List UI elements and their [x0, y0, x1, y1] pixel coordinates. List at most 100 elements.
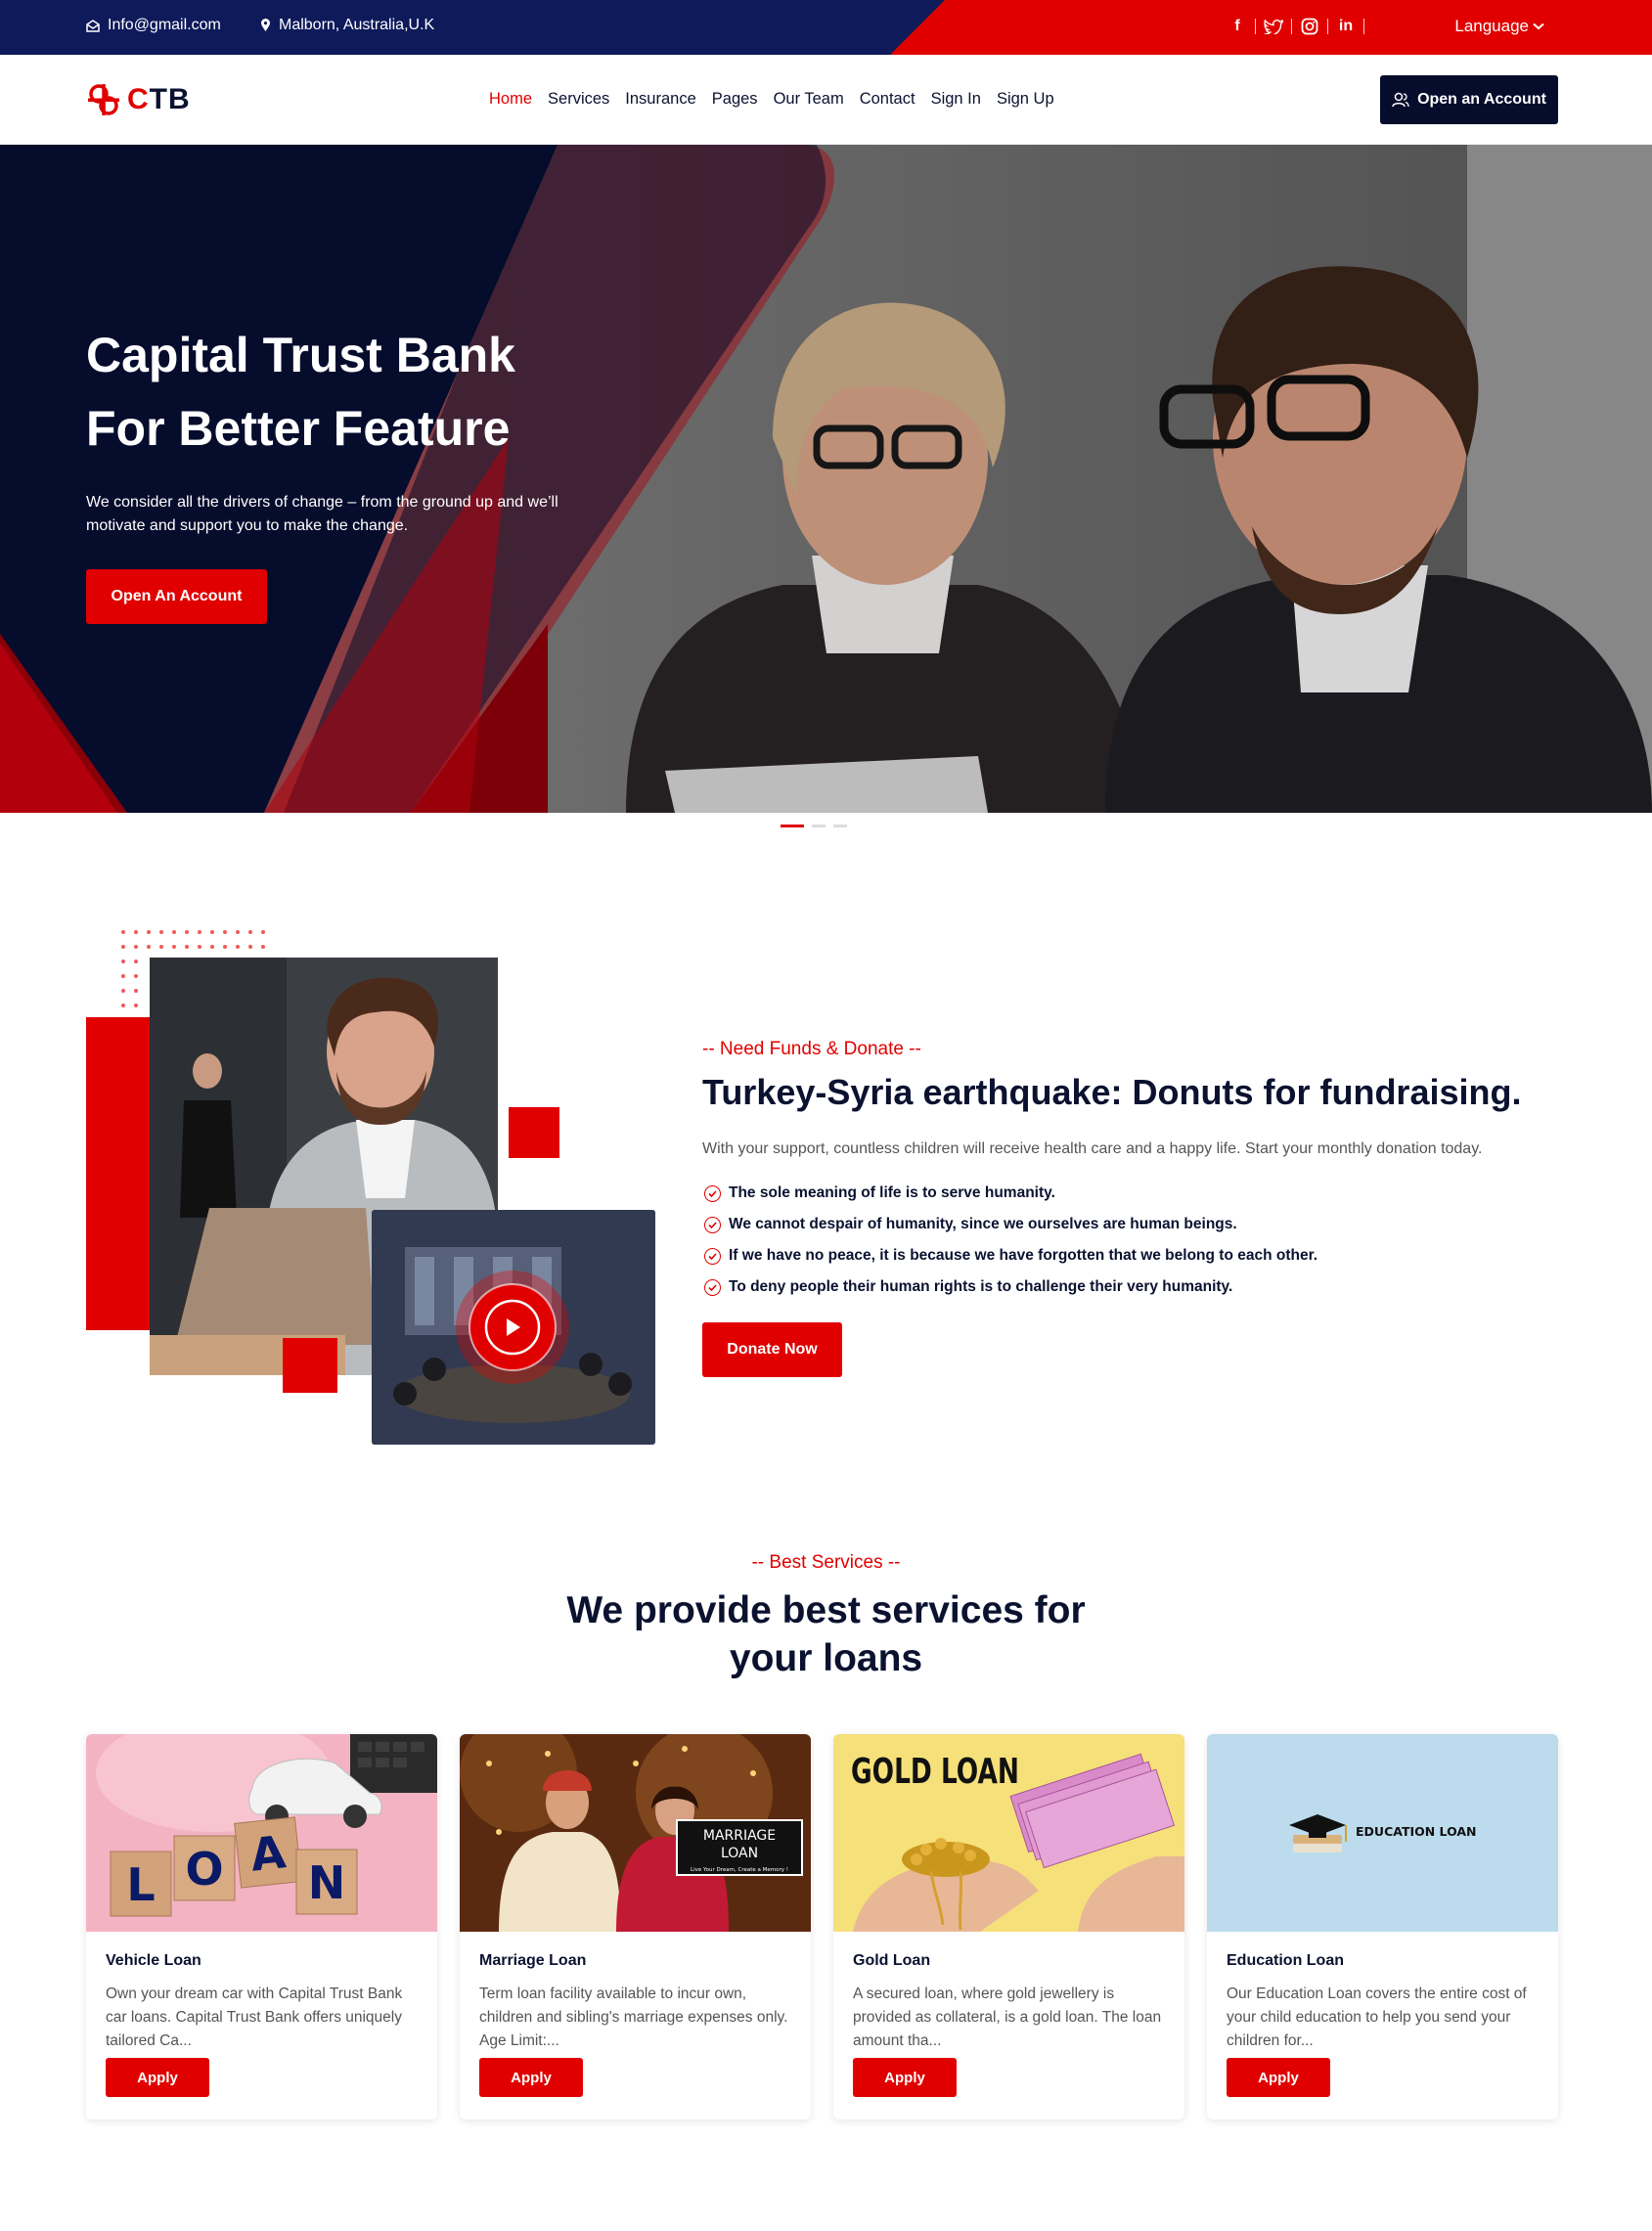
logo-letters-tb: TB	[149, 83, 191, 115]
card-title: Marriage Loan	[479, 1952, 587, 1969]
loan-card-vehicle: L O A N Vehicle Loan Own your dream car …	[86, 1734, 437, 2119]
donate-points: The sole meaning of life is to serve hum…	[704, 1178, 1317, 1303]
red-square-accent	[509, 1107, 559, 1158]
chevron-down-icon	[1533, 22, 1544, 30]
divider	[1363, 19, 1364, 34]
map-pin-icon	[261, 19, 270, 31]
loan-card-education: EDUCATION LOAN Education Loan Our Educat…	[1207, 1734, 1558, 2119]
card-image-subtext: Live Your Dream, Create a Memory !	[691, 1867, 788, 1873]
slider-dot[interactable]	[812, 825, 826, 827]
linkedin-icon[interactable]: in	[1332, 16, 1360, 37]
donate-tagline: -- Need Funds & Donate --	[702, 1039, 921, 1059]
services-title-line2: your loans	[729, 1637, 923, 1679]
check-circle-icon	[704, 1216, 721, 1233]
social-links: f in	[1224, 16, 1368, 37]
list-item: To deny people their human rights is to …	[704, 1272, 1317, 1303]
contact-email[interactable]: Info@gmail.com	[86, 17, 221, 34]
list-item: If we have no peace, it is because we ha…	[704, 1240, 1317, 1272]
slider-dots	[781, 825, 847, 827]
card-description: Own your dream car with Capital Trust Ba…	[106, 1986, 403, 2049]
open-account-button[interactable]: Open an Account	[1380, 75, 1558, 124]
loan-card-marriage: MARRIAGE LOAN Live Your Dream, Create a …	[460, 1734, 811, 2119]
apply-button[interactable]: Apply	[479, 2058, 583, 2097]
nav-services[interactable]: Services	[548, 90, 609, 109]
card-description: Term loan facility available to incur ow…	[479, 1986, 788, 2049]
main-header: CTB Home Services Insurance Pages Our Te…	[0, 55, 1652, 145]
meeting-video-thumbnail[interactable]	[372, 1210, 655, 1445]
user-icon	[1392, 92, 1409, 108]
nav-contact[interactable]: Contact	[860, 90, 915, 109]
vehicle-loan-image: L O A N	[86, 1734, 437, 1932]
open-account-label: Open an Account	[1417, 91, 1546, 108]
services-title-line1: We provide best services for	[566, 1589, 1086, 1631]
loan-card-gold: GOLD LOAN Gold Loan A secured loan, wher…	[833, 1734, 1184, 2119]
nav-sign-in[interactable]: Sign In	[931, 90, 981, 109]
donate-point-text: We cannot despair of humanity, since we …	[729, 1216, 1237, 1232]
contact-email-text: Info@gmail.com	[108, 17, 221, 33]
hero-photo	[0, 145, 1652, 813]
divider	[1291, 19, 1292, 34]
twitter-icon[interactable]	[1260, 16, 1287, 37]
slider-dot-active[interactable]	[781, 825, 804, 827]
logo-letter-c: C	[127, 83, 150, 115]
apply-button[interactable]: Apply	[1227, 2058, 1330, 2097]
slider-dot[interactable]	[833, 825, 847, 827]
loan-cards: L O A N Vehicle Loan Own your dream car …	[86, 1734, 1558, 2119]
top-bar: Info@gmail.com Malborn, Australia,U.K f …	[0, 0, 1652, 55]
nav-our-team[interactable]: Our Team	[774, 90, 844, 109]
donate-now-button[interactable]: Donate Now	[702, 1322, 842, 1377]
red-square-accent	[283, 1338, 337, 1393]
card-image-text: GOLD LOAN	[851, 1752, 1019, 1792]
list-item: The sole meaning of life is to serve hum…	[704, 1178, 1317, 1209]
envelope-icon	[86, 19, 100, 32]
apply-button[interactable]: Apply	[853, 2058, 957, 2097]
nav-insurance[interactable]: Insurance	[625, 90, 695, 109]
services-tagline: -- Best Services --	[751, 1552, 901, 1573]
divider	[1255, 19, 1256, 34]
hero-title-line2: For Better Feature	[86, 401, 511, 456]
hero-description: We consider all the drivers of change – …	[86, 494, 558, 534]
donate-collage	[86, 930, 655, 1445]
hero-open-account-button[interactable]: Open An Account	[86, 569, 267, 624]
donate-text: With your support, countless children wi…	[702, 1140, 1483, 1157]
card-description: Our Education Loan covers the entire cos…	[1227, 1986, 1527, 2049]
card-image-text-line1: MARRIAGE	[703, 1828, 776, 1844]
hero-title: Capital Trust Bank For Better Feature	[86, 319, 515, 466]
nav-pages[interactable]: Pages	[712, 90, 758, 109]
divider	[1327, 19, 1328, 34]
card-image-text-line2: LOAN	[721, 1846, 758, 1861]
contact-location-text: Malborn, Australia,U.K	[279, 17, 435, 33]
hero-slider: Capital Trust Bank For Better Feature We…	[0, 145, 1652, 813]
card-image-text: EDUCATION LOAN	[1356, 1824, 1477, 1839]
top-bar-background	[0, 0, 1652, 55]
language-dropdown[interactable]: Language	[1454, 17, 1544, 36]
hero-title-line1: Capital Trust Bank	[86, 328, 515, 382]
check-circle-icon	[704, 1278, 721, 1296]
check-circle-icon	[704, 1247, 721, 1265]
donate-point-text: If we have no peace, it is because we ha…	[729, 1247, 1318, 1264]
card-image-text-a: A	[248, 1825, 289, 1881]
main-nav: Home Services Insurance Pages Our Team C…	[489, 90, 1054, 109]
education-loan-image: EDUCATION LOAN	[1207, 1734, 1558, 1932]
logo-mark-icon	[88, 84, 119, 115]
donate-point-text: To deny people their human rights is to …	[729, 1278, 1233, 1295]
instagram-icon[interactable]	[1296, 16, 1323, 37]
card-image-text-n: N	[308, 1856, 346, 1909]
check-circle-icon	[704, 1184, 721, 1202]
gold-loan-image: GOLD LOAN	[833, 1734, 1184, 1932]
contact-location: Malborn, Australia,U.K	[260, 17, 434, 34]
marriage-loan-image: MARRIAGE LOAN Live Your Dream, Create a …	[460, 1734, 811, 1932]
nav-sign-up[interactable]: Sign Up	[997, 90, 1054, 109]
logo[interactable]: CTB	[86, 82, 191, 117]
red-accent-bar	[86, 1017, 153, 1330]
facebook-icon[interactable]: f	[1224, 16, 1251, 37]
list-item: We cannot despair of humanity, since we …	[704, 1209, 1317, 1240]
services-title: We provide best services for your loans	[0, 1586, 1652, 1682]
nav-home[interactable]: Home	[489, 90, 532, 109]
card-description: A secured loan, where gold jewellery is …	[853, 1986, 1162, 2049]
card-title: Education Loan	[1227, 1952, 1344, 1969]
donate-title: Turkey-Syria earthquake: Donuts for fund…	[702, 1072, 1522, 1112]
apply-button[interactable]: Apply	[106, 2058, 209, 2097]
logo-text: CTB	[127, 83, 191, 116]
card-image-text-l: L	[126, 1858, 155, 1911]
